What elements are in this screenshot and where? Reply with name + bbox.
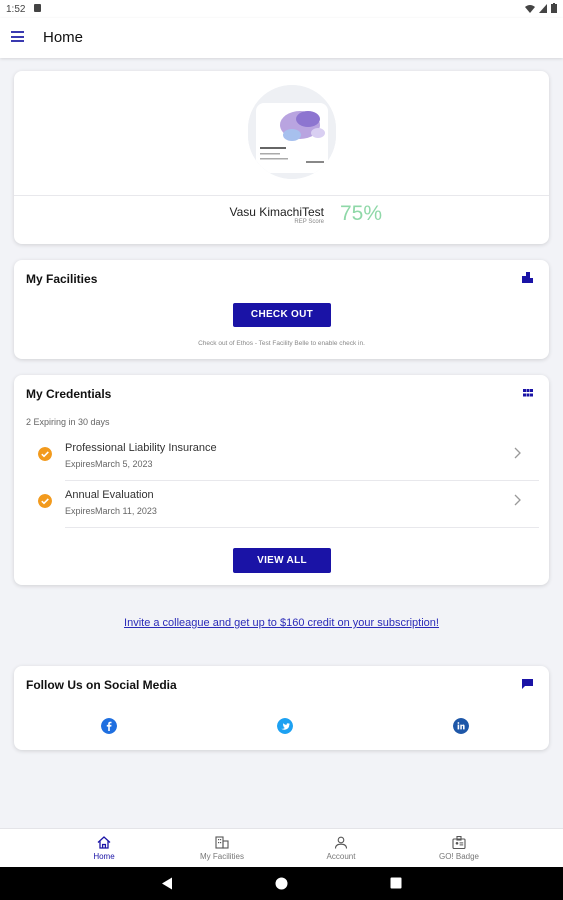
nav-label: GO! Badge: [438, 852, 480, 861]
chat-icon[interactable]: [522, 679, 533, 689]
wifi-icon: [525, 4, 535, 13]
rep-score: 75%: [340, 202, 383, 225]
building-icon: [215, 836, 229, 849]
back-icon[interactable]: [161, 877, 173, 890]
expiring-count: 2 Expiring in 30 days: [26, 417, 110, 427]
check-out-button[interactable]: CHECK OUT: [233, 303, 331, 327]
nav-label: Home: [93, 852, 115, 861]
credential-name: Annual Evaluation: [65, 489, 154, 501]
score-label: REP Score: [294, 219, 324, 225]
system-nav-bar: [0, 867, 563, 900]
chevron-right-icon: [514, 447, 521, 459]
nav-label: Account: [326, 852, 356, 861]
nav-my-facilities[interactable]: My Facilities: [162, 829, 282, 868]
linkedin-icon[interactable]: [453, 718, 469, 734]
social-card: Follow Us on Social Media: [14, 666, 549, 750]
nav-go-badge[interactable]: GO! Badge: [399, 829, 519, 868]
nav-label: My Facilities: [199, 852, 244, 861]
grid-icon[interactable]: [523, 389, 533, 397]
credentials-title: My Credentials: [26, 387, 112, 401]
status-time: 1:52: [6, 4, 26, 15]
profile-card: Vasu KimachiTest REP Score 75%: [14, 71, 549, 244]
badge-icon: [452, 836, 466, 849]
credential-item[interactable]: Annual Evaluation ExpiresMarch 11, 2023: [14, 481, 549, 528]
recents-icon[interactable]: [390, 877, 402, 889]
nav-home[interactable]: Home: [44, 829, 164, 868]
check-out-note: Check out of Ethos - Test Facility Belle…: [198, 340, 365, 347]
person-icon: [334, 836, 348, 849]
app-bar: Home: [0, 18, 563, 58]
bottom-nav: Home My Facilities Account GO! Badge: [0, 828, 563, 867]
invite-link[interactable]: Invite a colleague and get up to $160 cr…: [0, 617, 563, 629]
home-nav-icon[interactable]: [275, 877, 288, 890]
view-all-button[interactable]: VIEW ALL: [233, 548, 331, 573]
avatar[interactable]: [248, 85, 336, 179]
check-circle-icon: [38, 447, 52, 461]
divider: [14, 195, 549, 196]
battery-icon: [551, 3, 557, 13]
chevron-right-icon: [514, 494, 521, 506]
status-icons: [525, 3, 557, 13]
credentials-card: My Credentials 2 Expiring in 30 days Pro…: [14, 375, 549, 585]
building-icon[interactable]: [522, 272, 533, 283]
sim-icon: [34, 4, 41, 12]
home-icon: [97, 836, 111, 849]
credential-expiry: ExpiresMarch 5, 2023: [65, 459, 153, 469]
status-bar: 1:52: [0, 0, 563, 18]
check-circle-icon: [38, 494, 52, 508]
menu-icon[interactable]: [11, 31, 24, 42]
signal-icon: [539, 3, 547, 13]
profile-name: Vasu KimachiTest: [229, 205, 324, 219]
credential-item[interactable]: Professional Liability Insurance Expires…: [14, 434, 549, 481]
twitter-icon[interactable]: [277, 718, 293, 734]
facebook-icon[interactable]: [101, 718, 117, 734]
credential-name: Professional Liability Insurance: [65, 442, 217, 454]
facilities-card: My Facilities CHECK OUT Check out of Eth…: [14, 260, 549, 359]
nav-account[interactable]: Account: [281, 829, 401, 868]
social-title: Follow Us on Social Media: [26, 678, 177, 692]
page-title: Home: [43, 29, 84, 46]
facilities-title: My Facilities: [26, 272, 98, 286]
divider: [65, 527, 539, 528]
credential-expiry: ExpiresMarch 11, 2023: [65, 506, 157, 516]
product-image: [248, 85, 336, 179]
